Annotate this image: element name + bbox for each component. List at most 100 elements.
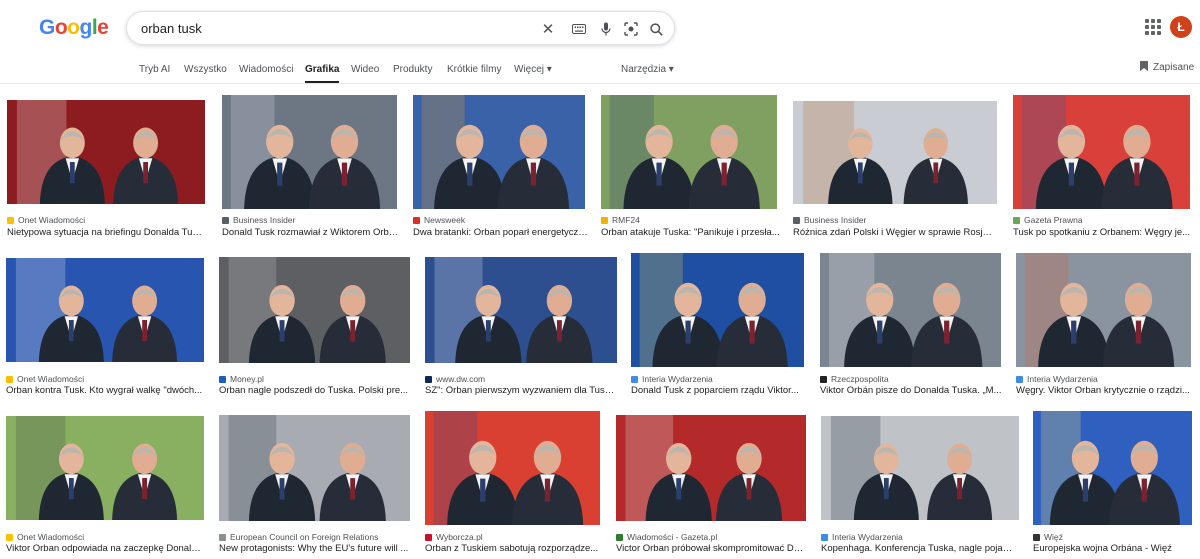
result-source[interactable]: Newsweek — [413, 215, 593, 225]
result-title[interactable]: Tusk po spotkaniu z Orbanem: Węgry je... — [1013, 227, 1193, 238]
result-title[interactable]: Orban atakuje Tuska: "Panikuje i przesła… — [601, 227, 784, 238]
google-logo[interactable]: Google — [39, 16, 109, 40]
search-tabs: Tryb AI Wszystko Wiadomości Grafika Wide… — [0, 56, 1200, 84]
tab-wiadomosci[interactable]: Wiadomości — [239, 64, 293, 75]
result-thumbnail[interactable] — [601, 95, 777, 209]
lens-icon[interactable] — [621, 19, 641, 39]
result-title[interactable]: New protagonists: Why the EU's future wi… — [219, 543, 410, 554]
result-title[interactable]: Viktor Orbán pisze do Donalda Tuska. „M.… — [820, 385, 1005, 396]
source-name: Więź — [1044, 532, 1063, 542]
result-thumbnail[interactable] — [631, 253, 804, 367]
result-title[interactable]: Orban z Tuskiem sabotują rozporządze... — [425, 543, 605, 554]
result-source[interactable]: Onet Wiadomości — [6, 374, 204, 384]
source-favicon-icon — [6, 534, 13, 541]
result-title[interactable]: Węgry. Viktor Orban krytycznie o rządzi.… — [1016, 385, 1194, 396]
account-avatar[interactable]: Ł — [1170, 16, 1192, 38]
source-name: Interia Wydarzenia — [642, 374, 713, 384]
result-source[interactable]: Wyborcza.pl — [425, 532, 605, 542]
source-favicon-icon — [219, 534, 226, 541]
thumbnail-photo — [7, 100, 205, 204]
logo-letter: e — [97, 16, 109, 39]
result-source[interactable]: Money.pl — [219, 374, 410, 384]
result-thumbnail[interactable] — [425, 257, 617, 363]
result-source[interactable]: Business Insider — [222, 215, 402, 225]
thumbnail-photo — [425, 257, 617, 363]
microphone-icon[interactable] — [596, 19, 616, 39]
result-source[interactable]: European Council on Foreign Relations — [219, 532, 410, 542]
result-title[interactable]: Orban nagle podszedł do Tuska. Polski pr… — [219, 385, 410, 396]
source-name: www.dw.com — [436, 374, 486, 384]
tab-tryb-ai[interactable]: Tryb AI — [139, 64, 170, 75]
source-name: Newsweek — [424, 215, 466, 225]
result-thumbnail[interactable] — [1013, 95, 1190, 209]
result-source[interactable]: www.dw.com — [425, 374, 617, 384]
result-title[interactable]: Viktor Orban odpowiada na zaczepkę Donal… — [6, 543, 204, 554]
result-title[interactable]: SZ": Orban pierwszym wyzwaniem dla Tuska… — [425, 385, 617, 396]
result-title[interactable]: Donald Tusk z poparciem rządu Viktor... — [631, 385, 811, 396]
clear-icon[interactable]: ✕ — [538, 19, 558, 39]
result-source[interactable]: Rzeczpospolita — [820, 374, 1005, 384]
result-source[interactable]: Business Insider — [793, 215, 993, 225]
source-favicon-icon — [820, 376, 827, 383]
tab-krotkie-filmy[interactable]: Krótkie filmy — [447, 64, 501, 75]
saved-link[interactable]: Zapisane — [1140, 61, 1194, 73]
result-thumbnail[interactable] — [1033, 411, 1192, 525]
source-name: Rzeczpospolita — [831, 374, 889, 384]
thumbnail-photo — [222, 95, 397, 209]
result-title[interactable]: Victor Orban próbował skompromitować Do.… — [616, 543, 806, 554]
result-title[interactable]: Dwa bratanki: Orban poparł energetyczną.… — [413, 227, 593, 238]
apps-grid-icon[interactable] — [1143, 17, 1163, 37]
result-thumbnail[interactable] — [6, 416, 204, 520]
result-thumbnail[interactable] — [413, 95, 585, 209]
source-name: European Council on Foreign Relations — [230, 532, 379, 542]
thumbnail-photo — [1013, 95, 1190, 209]
source-name: RMF24 — [612, 215, 640, 225]
result-source[interactable]: Interia Wydarzenia — [631, 374, 811, 384]
search-box[interactable]: orban tusk ✕ — [126, 11, 675, 45]
result-title[interactable]: Kopenhaga. Konferencja Tuska, nagle poja… — [821, 543, 1019, 554]
tab-wszystko[interactable]: Wszystko — [184, 64, 227, 75]
result-thumbnail[interactable] — [219, 257, 410, 363]
result-source[interactable]: Wiadomości - Gazeta.pl — [616, 532, 806, 542]
thumbnail-photo — [6, 258, 204, 362]
source-favicon-icon — [1013, 217, 1020, 224]
result-source[interactable]: Więź — [1033, 532, 1198, 542]
keyboard-icon[interactable] — [569, 19, 589, 39]
search-icon[interactable] — [646, 19, 666, 39]
result-thumbnail[interactable] — [222, 95, 397, 209]
result-title[interactable]: Orban kontra Tusk. Kto wygrał walkę "dwó… — [6, 385, 204, 396]
result-source[interactable]: Gazeta Prawna — [1013, 215, 1193, 225]
result-title[interactable]: Donald Tusk rozmawiał z Wiktorem Orbánem… — [222, 227, 402, 238]
result-thumbnail[interactable] — [6, 258, 204, 362]
bookmark-icon — [1140, 61, 1148, 71]
result-title[interactable]: Europejska wojna Orbána - Więź — [1033, 543, 1198, 554]
search-input[interactable]: orban tusk — [141, 21, 202, 36]
result-title[interactable]: Nietypowa sytuacja na briefingu Donalda … — [7, 227, 205, 238]
result-thumbnail[interactable] — [1016, 253, 1191, 367]
logo-letter: o — [67, 16, 80, 39]
thumbnail-photo — [793, 101, 997, 204]
tab-wiecej[interactable]: Więcej ▾ — [514, 64, 552, 75]
thumbnail-photo — [219, 415, 410, 521]
result-source[interactable]: Onet Wiadomości — [7, 215, 205, 225]
tools-menu[interactable]: Narzędzia ▾ — [621, 64, 674, 75]
tab-produkty[interactable]: Produkty — [393, 64, 432, 75]
result-source[interactable]: Onet Wiadomości — [6, 532, 204, 542]
result-title[interactable]: Różnica zdań Polski i Węgier w sprawie R… — [793, 227, 993, 238]
source-favicon-icon — [793, 217, 800, 224]
result-thumbnail[interactable] — [425, 411, 600, 525]
tab-wideo[interactable]: Wideo — [351, 64, 379, 75]
result-thumbnail[interactable] — [793, 101, 997, 204]
result-thumbnail[interactable] — [7, 100, 205, 204]
result-source[interactable]: Interia Wydarzenia — [1016, 374, 1194, 384]
result-source[interactable]: Interia Wydarzenia — [821, 532, 1019, 542]
result-thumbnail[interactable] — [616, 415, 806, 521]
result-thumbnail[interactable] — [821, 416, 1019, 520]
source-name: Wiadomości - Gazeta.pl — [627, 532, 718, 542]
result-thumbnail[interactable] — [820, 253, 1001, 367]
source-name: Wyborcza.pl — [436, 532, 483, 542]
tab-grafika[interactable]: Grafika — [305, 64, 340, 83]
result-thumbnail[interactable] — [219, 415, 410, 521]
source-favicon-icon — [413, 217, 420, 224]
result-source[interactable]: RMF24 — [601, 215, 784, 225]
